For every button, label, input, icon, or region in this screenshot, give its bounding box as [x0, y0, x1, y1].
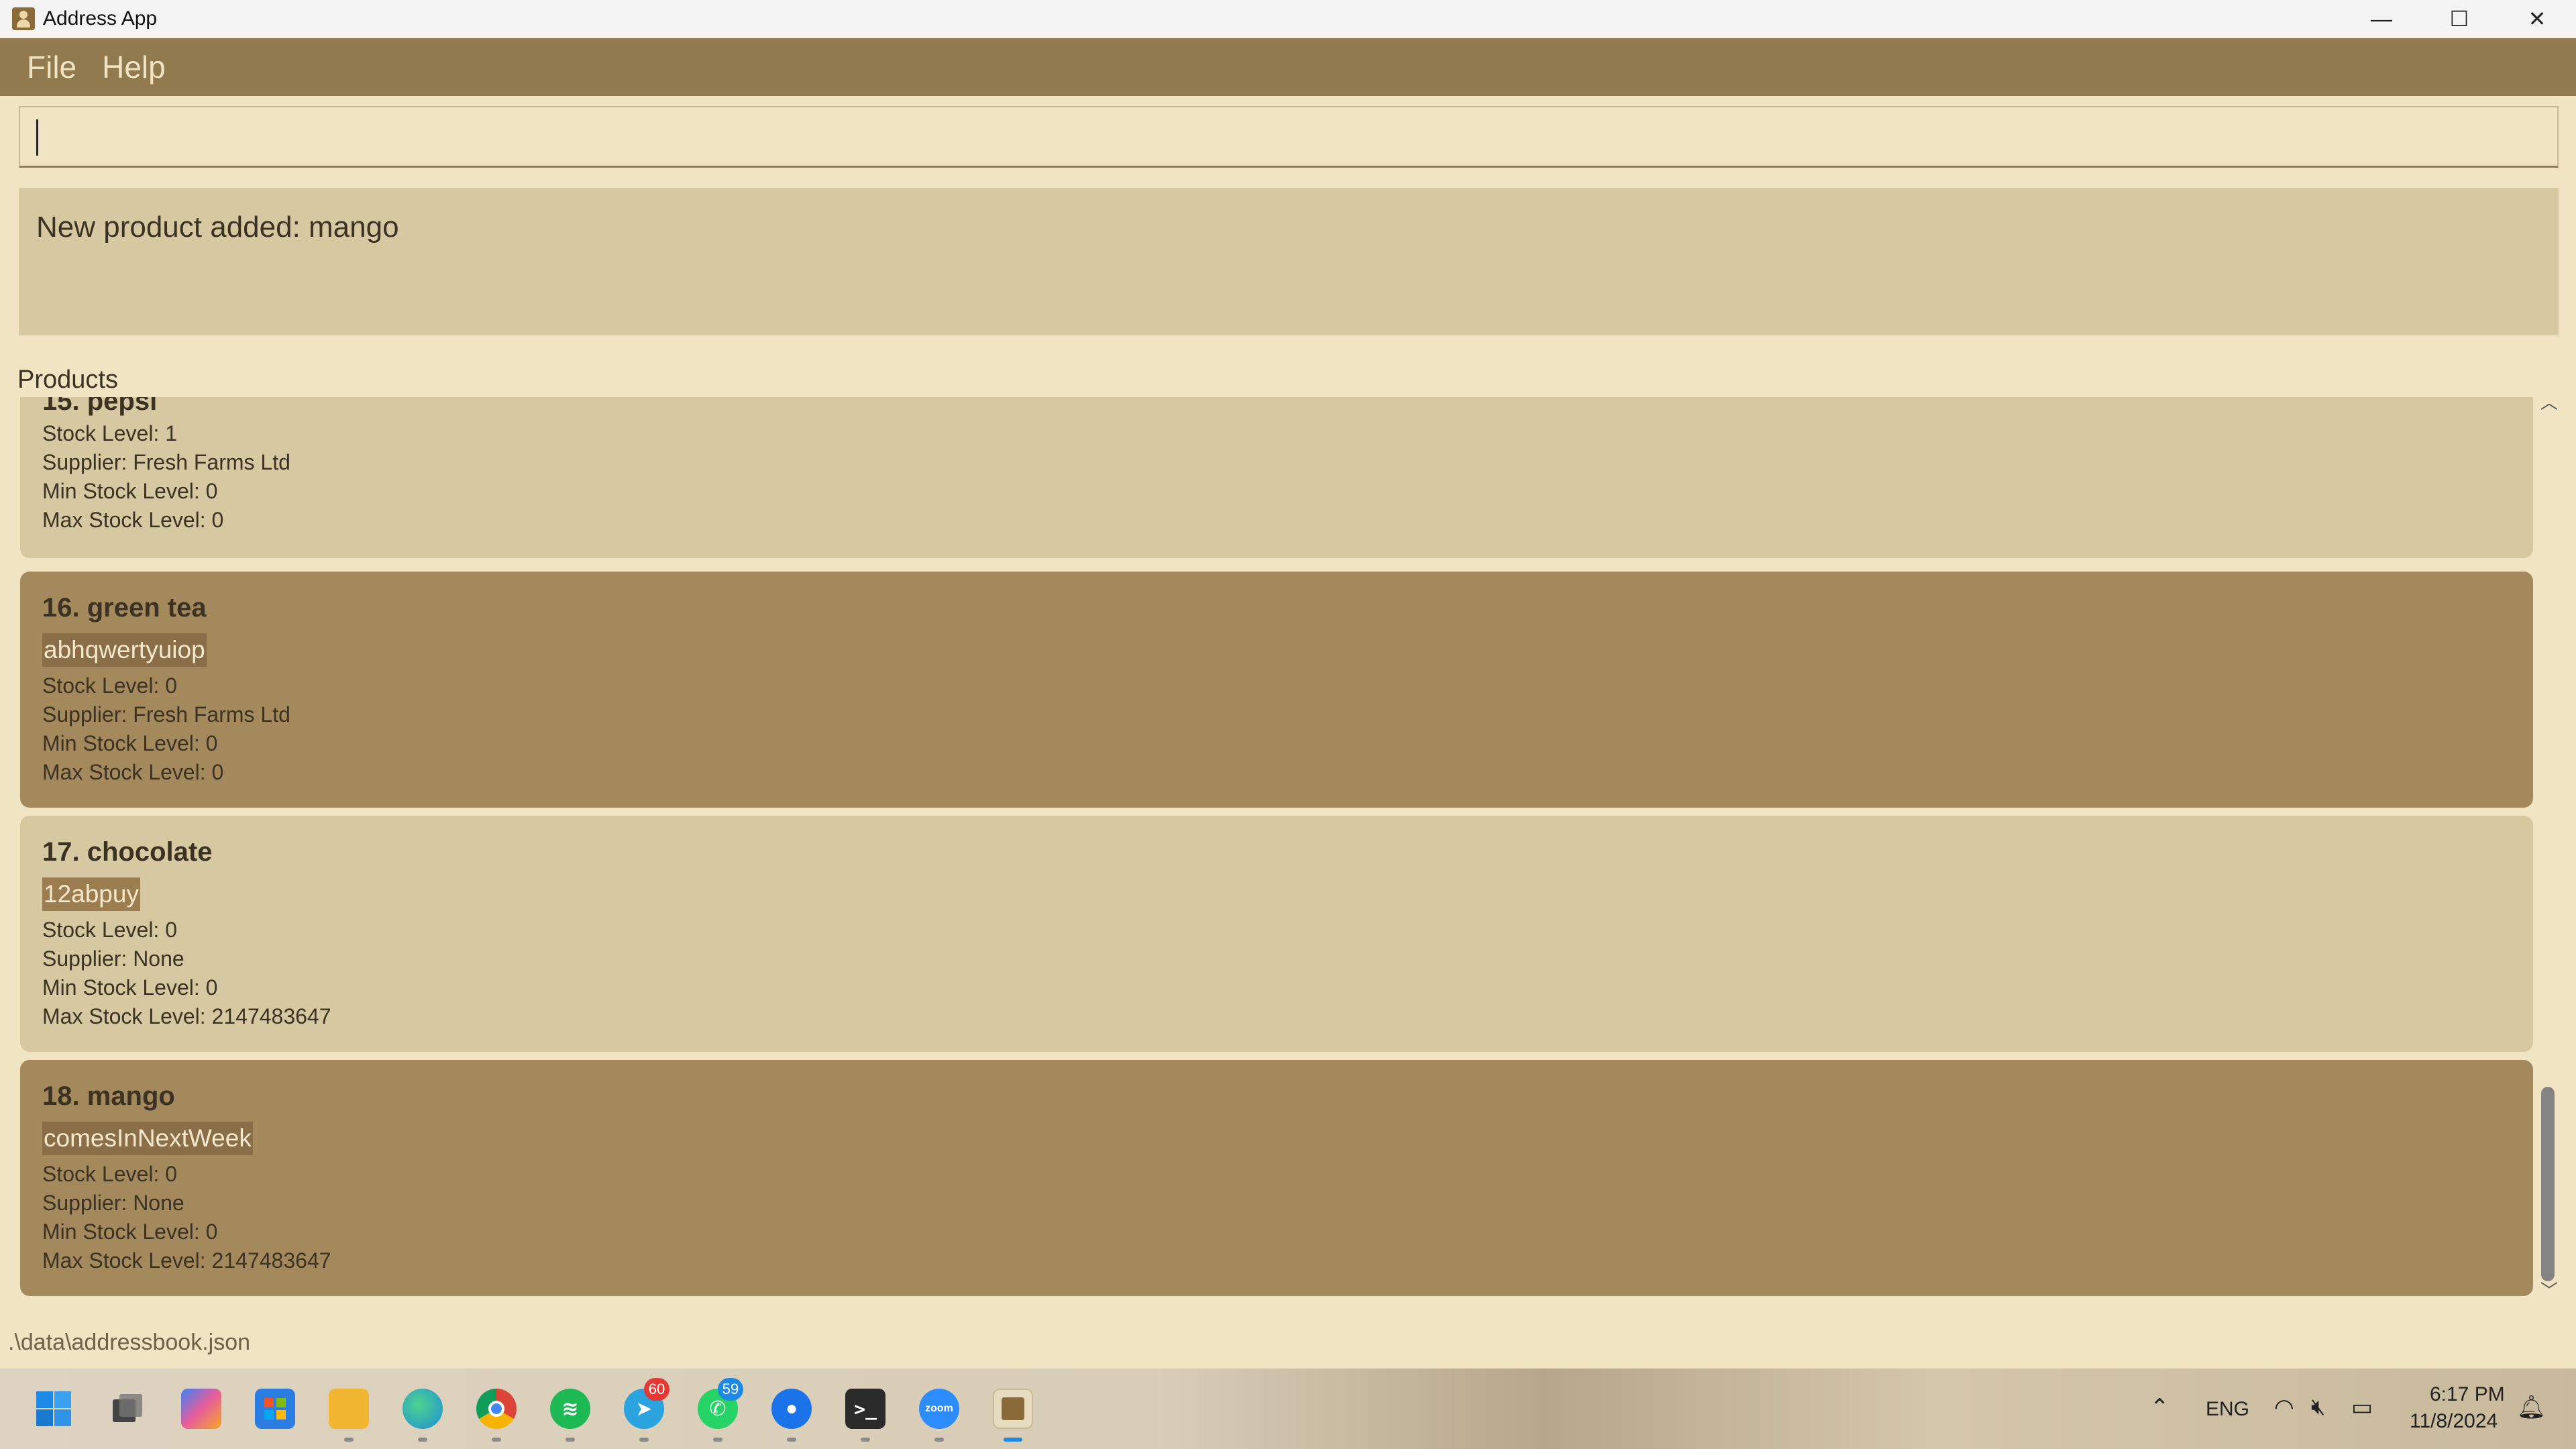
command-box[interactable] [19, 106, 2559, 168]
result-message: New product added: mango [36, 211, 399, 244]
address-book-icon [12, 7, 35, 30]
clock-date[interactable]: 11/8/2024 [2410, 1410, 2498, 1433]
running-indicator [492, 1438, 501, 1442]
product-supplier: Supplier: Fresh Farms Ltd [42, 702, 290, 727]
product-supplier: Supplier: Fresh Farms Ltd [42, 450, 290, 474]
text-caret [36, 119, 38, 156]
store-icon[interactable] [255, 1389, 295, 1429]
clock-time[interactable]: 6:17 PM [2430, 1383, 2505, 1406]
running-indicator [934, 1438, 944, 1442]
scroll-up-arrow-icon[interactable]: ︿ [2540, 394, 2559, 411]
address-app-icon[interactable] [993, 1389, 1033, 1429]
product-max-stock: Max Stock Level: 2147483647 [42, 1004, 331, 1028]
taskbar: ≋ ➤ 60 ✆ 59 ● >_ zoom ⌃ ENG ◠ 🔇︎ ▭ 6:17 … [0, 1368, 2576, 1449]
product-stock: Stock Level: 0 [42, 918, 177, 942]
start-icon[interactable] [34, 1389, 74, 1429]
save-location: .\data\addressbook.json [8, 1330, 251, 1355]
wifi-icon[interactable]: ◠ [2274, 1394, 2294, 1421]
product-tag: comesInNextWeek [42, 1122, 253, 1155]
product-min-stock: Min Stock Level: 0 [42, 1220, 218, 1244]
active-indicator [1004, 1438, 1022, 1442]
product-max-stock: Max Stock Level: 2147483647 [42, 1248, 331, 1273]
chevron-up-icon[interactable]: ⌃ [2150, 1394, 2169, 1421]
running-indicator [713, 1438, 722, 1442]
products-heading: Products [17, 366, 118, 394]
command-input[interactable] [47, 107, 2529, 166]
battery-icon[interactable]: ▭ [2351, 1394, 2373, 1421]
running-indicator [418, 1438, 427, 1442]
menu-bar: File Help [0, 38, 2576, 96]
copilot-icon[interactable] [181, 1389, 221, 1429]
product-stock: Stock Level: 1 [42, 421, 177, 445]
scroll-down-arrow-icon[interactable]: ﹀ [2540, 1282, 2559, 1299]
whatsapp-badge: 59 [718, 1378, 743, 1401]
product-max-stock: Max Stock Level: 0 [42, 508, 224, 532]
product-min-stock: Min Stock Level: 0 [42, 731, 218, 755]
zoom-icon[interactable]: zoom [919, 1389, 959, 1429]
product-supplier: Supplier: None [42, 947, 184, 971]
product-title: 15. pepsi [42, 397, 158, 416]
product-list[interactable]: 15. pepsi Stock Level: 1 Supplier: Fresh… [20, 397, 2533, 1299]
zoom-label: zoom [925, 1403, 953, 1414]
edge-icon[interactable] [402, 1389, 443, 1429]
menu-file[interactable]: File [27, 49, 76, 85]
spotify-icon[interactable]: ≋ [550, 1389, 590, 1429]
window-controls: — ☐ ✕ [2343, 0, 2576, 38]
notification-bell-icon[interactable]: 🔔︎ [2517, 1394, 2546, 1421]
volume-muted-icon[interactable]: 🔇︎ [2311, 1394, 2325, 1420]
running-indicator [787, 1438, 796, 1442]
product-tag: abhqwertyuiop [42, 633, 207, 667]
product-min-stock: Min Stock Level: 0 [42, 479, 218, 503]
product-tag: 12abpuy [42, 877, 140, 911]
file-explorer-icon[interactable] [329, 1389, 369, 1429]
maps-pin-icon[interactable]: ● [771, 1389, 812, 1429]
product-title: 18. mango [42, 1081, 175, 1111]
result-display: New product added: mango [19, 188, 2559, 335]
running-indicator [344, 1438, 354, 1442]
title-bar: Address App — ☐ ✕ [0, 0, 2576, 38]
maximize-button[interactable]: ☐ [2420, 0, 2498, 38]
telegram-badge: 60 [644, 1378, 669, 1401]
product-stock: Stock Level: 0 [42, 674, 177, 698]
language-indicator[interactable]: ENG [2206, 1398, 2249, 1421]
running-indicator [639, 1438, 649, 1442]
product-card[interactable]: 16. green tea abhqwertyuiop Stock Level:… [20, 572, 2533, 808]
product-card[interactable]: 15. pepsi Stock Level: 1 Supplier: Fresh… [20, 397, 2533, 558]
scrollbar-thumb[interactable] [2541, 1087, 2555, 1281]
task-view-icon[interactable] [107, 1389, 148, 1429]
chrome-icon[interactable] [476, 1389, 517, 1429]
product-title: 17. chocolate [42, 837, 213, 867]
running-indicator [861, 1438, 870, 1442]
menu-help[interactable]: Help [102, 49, 166, 85]
close-button[interactable]: ✕ [2498, 0, 2576, 38]
product-max-stock: Max Stock Level: 0 [42, 760, 224, 784]
product-card[interactable]: 17. chocolate 12abpuy Stock Level: 0 Sup… [20, 816, 2533, 1052]
product-card[interactable]: 18. mango comesInNextWeek Stock Level: 0… [20, 1060, 2533, 1296]
minimize-button[interactable]: — [2343, 0, 2420, 38]
window-title: Address App [43, 7, 158, 30]
product-stock: Stock Level: 0 [42, 1162, 177, 1186]
running-indicator [566, 1438, 575, 1442]
product-title: 16. green tea [42, 593, 207, 623]
product-supplier: Supplier: None [42, 1191, 184, 1215]
product-min-stock: Min Stock Level: 0 [42, 975, 218, 1000]
terminal-icon[interactable]: >_ [845, 1389, 885, 1429]
